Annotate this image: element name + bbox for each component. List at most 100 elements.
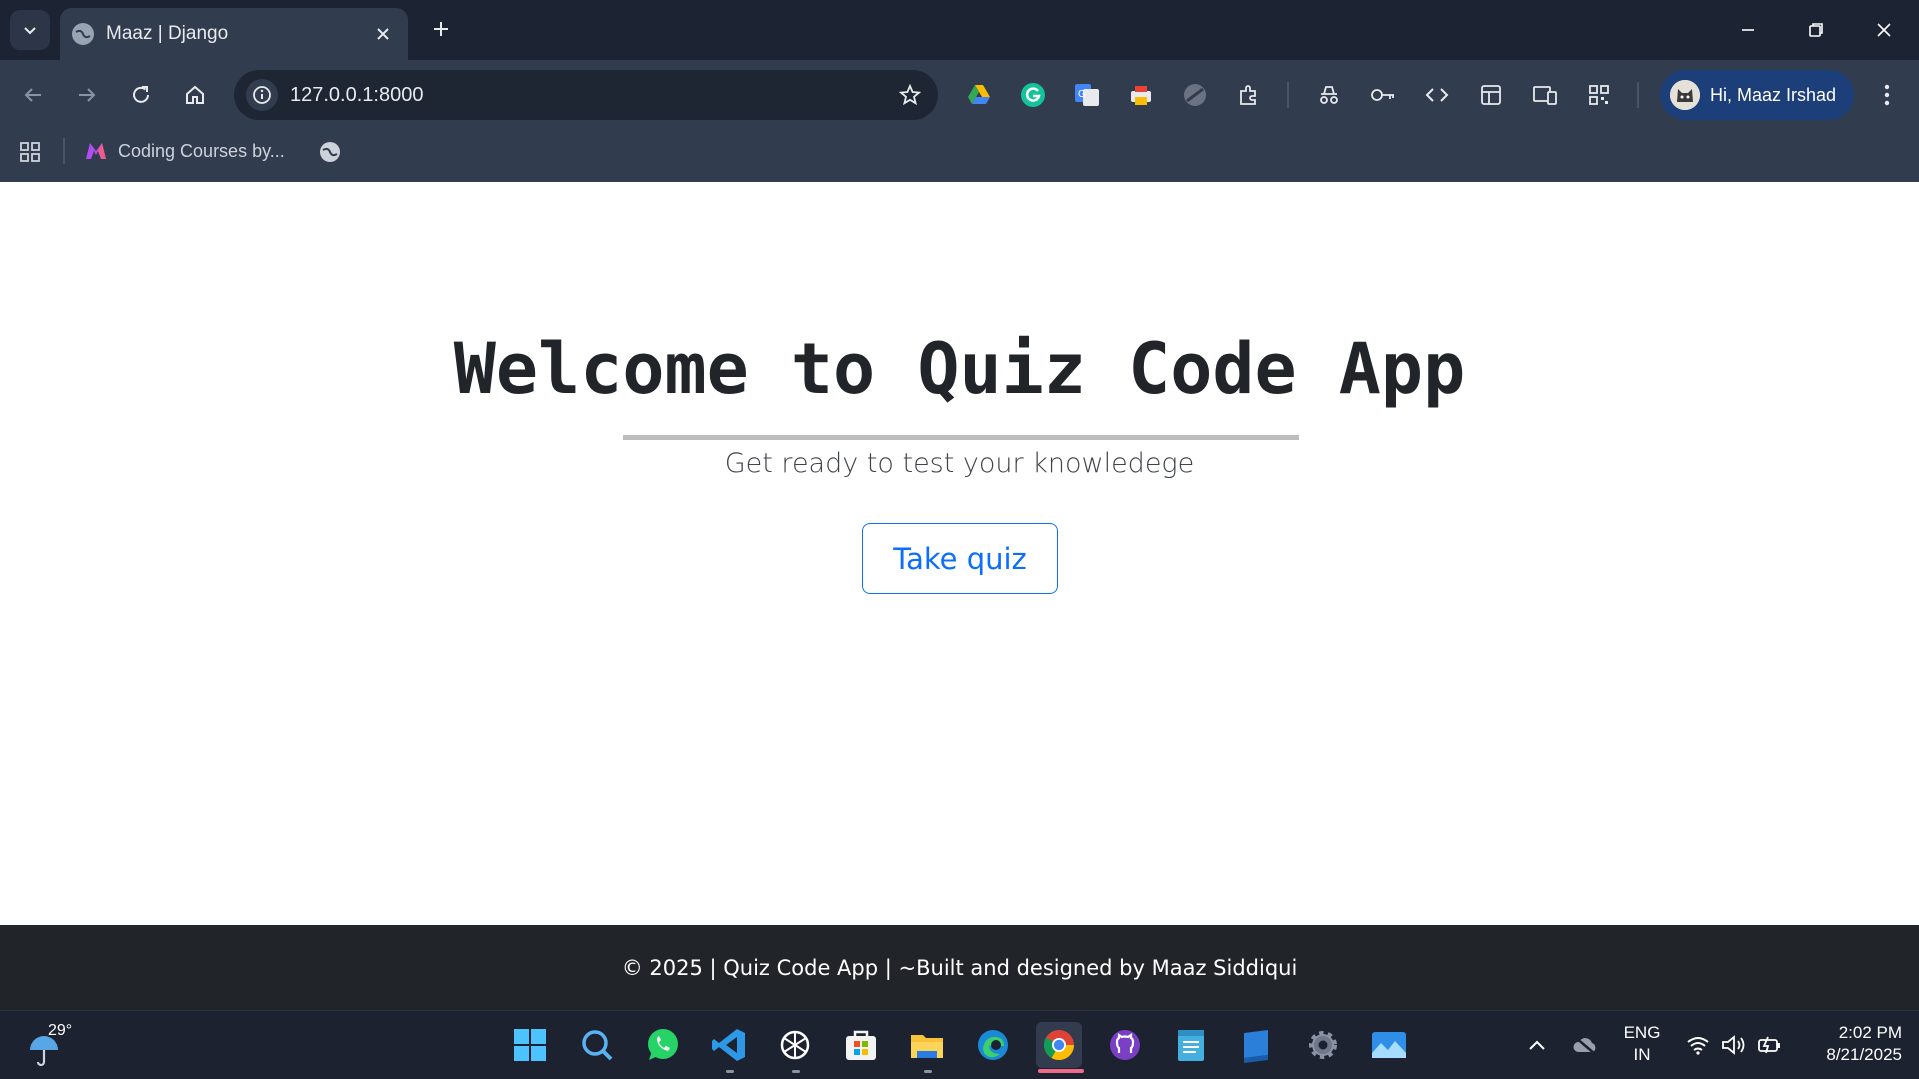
reading-mode-button[interactable] xyxy=(1472,76,1510,114)
chatgpt-app[interactable] xyxy=(772,1022,818,1068)
key-icon xyxy=(1371,89,1394,101)
tab-title: Maaz | Django xyxy=(106,23,229,44)
chevron-up-icon xyxy=(1529,1040,1545,1050)
cat-avatar-icon xyxy=(1670,80,1700,110)
search-icon xyxy=(582,1030,613,1061)
notepad-icon xyxy=(1178,1030,1204,1061)
close-icon xyxy=(1877,23,1891,37)
qr-code-icon xyxy=(1589,85,1609,105)
notepad-app[interactable] xyxy=(1168,1022,1214,1068)
forward-button[interactable] xyxy=(68,76,106,114)
github-desktop-app[interactable] xyxy=(1102,1022,1148,1068)
tab-search-button[interactable] xyxy=(10,10,50,50)
volume-icon xyxy=(1722,1035,1745,1055)
settings-app[interactable] xyxy=(1300,1022,1346,1068)
chrome-app[interactable] xyxy=(1036,1022,1082,1068)
plus-icon xyxy=(434,22,448,36)
home-icon xyxy=(186,85,204,104)
code-icon xyxy=(1425,88,1449,102)
browser-menu-button[interactable] xyxy=(1870,76,1904,114)
vscode-app[interactable] xyxy=(706,1022,752,1068)
tab-active[interactable]: Maaz | Django xyxy=(60,8,408,60)
title-divider xyxy=(623,435,1299,440)
wifi-icon xyxy=(1687,1037,1709,1055)
input-language[interactable]: ENG IN xyxy=(1612,1022,1672,1066)
disabled-extension[interactable] xyxy=(1176,76,1214,114)
print-extension[interactable] xyxy=(1122,76,1160,114)
address-bar[interactable]: 127.0.0.1:8000 xyxy=(234,70,938,120)
close-window-button[interactable] xyxy=(1860,10,1908,50)
cloud-off-icon xyxy=(1573,1036,1596,1055)
star-icon xyxy=(899,84,921,106)
language-code: ENG xyxy=(1623,1023,1661,1042)
avatar xyxy=(1670,80,1700,110)
file-explorer-app[interactable] xyxy=(904,1022,950,1068)
new-tab-button[interactable] xyxy=(424,12,458,46)
close-icon xyxy=(377,28,389,40)
edge-icon xyxy=(978,1030,1008,1060)
profile-label: Hi, Maaz Irshad xyxy=(1710,84,1837,105)
grammarly-icon xyxy=(1021,83,1045,107)
bookmark-globe-item[interactable] xyxy=(314,136,346,168)
arrow-left-icon xyxy=(24,88,41,102)
battery-tray[interactable] xyxy=(1756,1028,1784,1062)
device-toolbar-button[interactable] xyxy=(1526,76,1564,114)
bookmark-label: Coding Courses by... xyxy=(118,140,285,161)
onedrive-tray[interactable] xyxy=(1568,1028,1602,1062)
vscode-icon xyxy=(712,1029,745,1061)
toolbar-divider xyxy=(1287,82,1289,108)
show-hidden-icons-button[interactable] xyxy=(1522,1028,1552,1062)
start-button[interactable] xyxy=(507,1022,553,1068)
qr-code-button[interactable] xyxy=(1580,76,1618,114)
whatsapp-app[interactable] xyxy=(640,1022,686,1068)
incognito-button[interactable] xyxy=(1310,76,1348,114)
globe-icon xyxy=(320,142,340,162)
reload-icon xyxy=(133,86,149,103)
url-text[interactable]: 127.0.0.1:8000 xyxy=(290,84,894,107)
blocked-globe-icon xyxy=(1184,84,1206,106)
profile-button[interactable]: Hi, Maaz Irshad xyxy=(1660,70,1854,120)
bookmark-favicon-icon xyxy=(86,143,106,159)
take-quiz-button[interactable]: Take quiz xyxy=(862,523,1058,594)
extensions-menu-button[interactable] xyxy=(1230,76,1268,114)
blue-app[interactable] xyxy=(1234,1022,1280,1068)
passwords-button[interactable] xyxy=(1364,76,1402,114)
home-button[interactable] xyxy=(176,76,214,114)
minimize-button[interactable] xyxy=(1724,10,1772,50)
site-info-button[interactable] xyxy=(246,79,278,111)
devices-icon xyxy=(1533,86,1557,105)
system-clock[interactable]: 2:02 PM 8/21/2025 xyxy=(1796,1022,1902,1066)
github-icon xyxy=(1110,1030,1140,1060)
page-subtitle: Get ready to test your knowledege xyxy=(724,448,1195,479)
weather-temperature: 29° xyxy=(48,1022,73,1039)
google-translate-extension[interactable]: G xyxy=(1068,76,1106,114)
battery-charging-icon xyxy=(1758,1036,1780,1054)
search-button[interactable] xyxy=(574,1022,620,1068)
footer-text: © 2025 | Quiz Code App | ~Built and desi… xyxy=(621,955,1298,980)
restore-button[interactable] xyxy=(1792,10,1840,50)
gear-icon xyxy=(1309,1031,1337,1059)
google-drive-extension[interactable] xyxy=(960,76,998,114)
bookmark-star-button[interactable] xyxy=(894,79,926,111)
bookmark-item[interactable]: Coding Courses by... xyxy=(84,134,285,168)
running-indicator xyxy=(924,1070,932,1073)
restore-icon xyxy=(1809,23,1823,37)
store-icon xyxy=(846,1030,876,1060)
grammarly-extension[interactable] xyxy=(1014,76,1052,114)
edge-app[interactable] xyxy=(970,1022,1016,1068)
more-vertical-icon xyxy=(1884,84,1890,106)
clock-time: 2:02 PM xyxy=(1838,1023,1902,1042)
photos-app[interactable] xyxy=(1366,1022,1412,1068)
devtools-button[interactable] xyxy=(1418,76,1456,114)
microsoft-store-app[interactable] xyxy=(838,1022,884,1068)
globe-icon xyxy=(72,23,94,45)
wifi-tray[interactable] xyxy=(1684,1028,1712,1062)
apps-button[interactable] xyxy=(14,136,46,168)
layout-icon xyxy=(1481,85,1501,105)
volume-tray[interactable] xyxy=(1720,1028,1748,1062)
reload-button[interactable] xyxy=(122,76,160,114)
back-button[interactable] xyxy=(14,76,52,114)
running-indicator xyxy=(726,1070,734,1073)
close-tab-button[interactable] xyxy=(370,21,396,47)
svg-text:G: G xyxy=(1078,89,1086,100)
